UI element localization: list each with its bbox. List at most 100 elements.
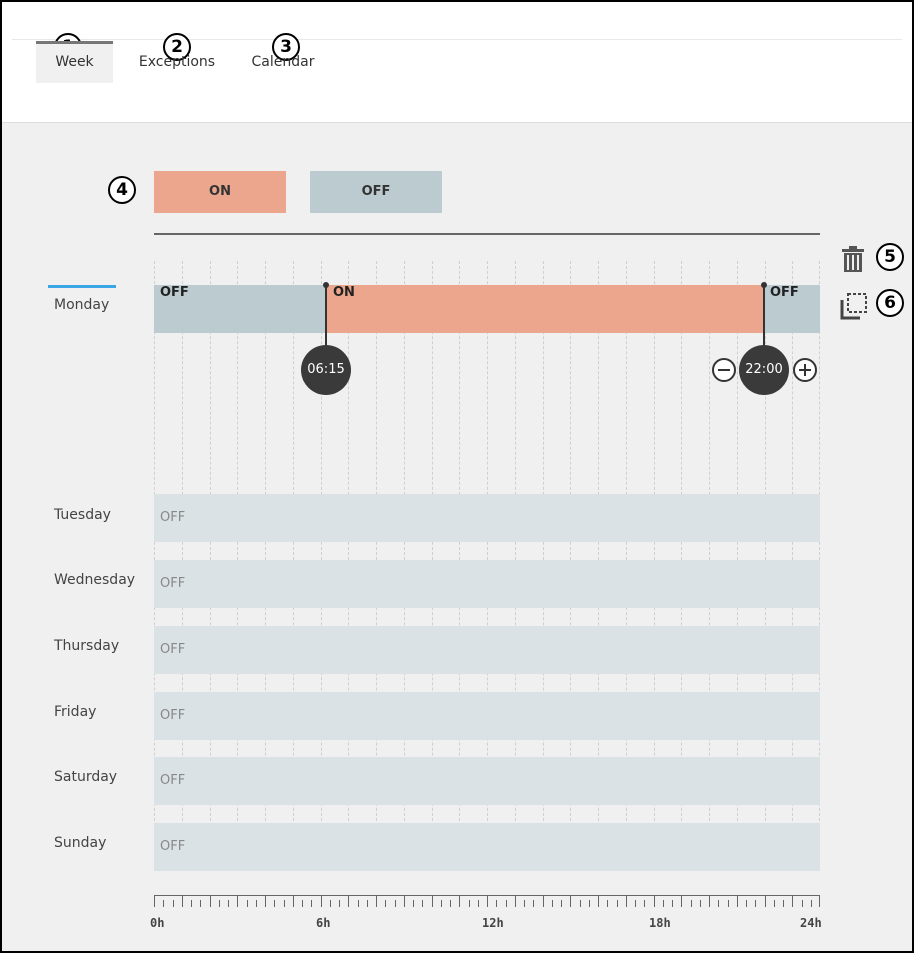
time-handle-start[interactable]: 06:15	[301, 345, 351, 395]
axis-tick	[348, 895, 349, 907]
axis-tick	[709, 895, 710, 907]
axis-tick	[774, 900, 775, 907]
saturday-schedule-row[interactable]: OFF	[154, 757, 820, 805]
segment-on-day[interactable]: ON	[327, 285, 764, 333]
day-label-monday[interactable]: Monday	[54, 297, 109, 313]
copy-button[interactable]	[840, 292, 868, 324]
axis-tick	[441, 900, 442, 907]
axis-tick	[654, 895, 655, 907]
axis-tick	[237, 895, 238, 907]
row-state-label: OFF	[160, 708, 186, 723]
day-label-thursday[interactable]: Thursday	[54, 638, 119, 654]
sunday-schedule-row[interactable]: OFF	[154, 823, 820, 871]
tab-exceptions[interactable]: Exceptions	[128, 44, 226, 83]
tab-calendar[interactable]: Calendar	[242, 44, 324, 83]
plus-icon-v	[804, 364, 806, 376]
row-state-label: OFF	[160, 510, 186, 525]
axis-tick	[200, 900, 201, 907]
segment-label: OFF	[160, 285, 189, 300]
axis-tick	[432, 895, 433, 907]
week-schedule-content: 4 ON OFF 5 6 Monday Tuesday Wednesday Th…	[2, 123, 912, 951]
axis-tick	[302, 900, 303, 907]
tab-exceptions-label: Exceptions	[138, 54, 216, 70]
axis-tick	[182, 895, 183, 907]
segment-off-evening[interactable]: OFF	[764, 285, 820, 333]
axis-tick	[802, 900, 803, 907]
off-state-button[interactable]: OFF	[310, 171, 442, 213]
axis-tick	[746, 900, 747, 907]
top-divider	[12, 39, 902, 40]
thursday-schedule-row[interactable]: OFF	[154, 626, 820, 674]
axis-tick	[524, 900, 525, 907]
axis-tick	[330, 900, 331, 907]
axis-tick	[737, 895, 738, 907]
friday-schedule-row[interactable]: OFF	[154, 692, 820, 740]
axis-tick	[543, 895, 544, 907]
axis-tick	[293, 895, 294, 907]
axis-tick	[404, 895, 405, 907]
axis-tick	[321, 895, 322, 907]
axis-tick	[219, 900, 220, 907]
axis-tick	[626, 895, 627, 907]
axis-tick	[385, 900, 386, 907]
day-label-wednesday[interactable]: Wednesday	[54, 572, 135, 588]
axis-tick	[819, 895, 820, 907]
trash-icon	[842, 246, 864, 272]
axis-tick	[515, 895, 516, 907]
row-state-label: OFF	[160, 839, 186, 854]
axis-tick	[487, 895, 488, 907]
tab-calendar-label: Calendar	[251, 54, 315, 70]
axis-tick	[247, 900, 248, 907]
callout-delete: 5	[876, 243, 904, 271]
axis-tick	[173, 900, 174, 907]
axis-tick	[506, 900, 507, 907]
axis-tick	[154, 895, 155, 907]
handle-line	[325, 285, 327, 347]
monday-schedule-row[interactable]: OFF ON OFF	[154, 285, 820, 333]
segment-label: ON	[333, 285, 355, 300]
delete-button[interactable]	[842, 246, 864, 276]
tuesday-schedule-row[interactable]: OFF	[154, 494, 820, 542]
axis-tick	[274, 900, 275, 907]
on-state-button[interactable]: ON	[154, 171, 286, 213]
tab-week[interactable]: Week	[36, 41, 113, 83]
day-label-friday[interactable]: Friday	[54, 704, 96, 720]
row-state-label: OFF	[160, 773, 186, 788]
axis-tick	[765, 895, 766, 907]
axis-tick	[358, 900, 359, 907]
axis-tick	[718, 900, 719, 907]
axis-tick	[663, 900, 664, 907]
row-state-label: OFF	[160, 576, 186, 591]
axis-tick	[163, 900, 164, 907]
axis-label-6h: 6h	[316, 916, 331, 930]
selected-day-indicator	[48, 285, 116, 288]
segment-off-morning[interactable]: OFF	[154, 285, 327, 333]
axis-tick	[311, 900, 312, 907]
axis-tick	[700, 900, 701, 907]
time-handle-end[interactable]: 22:00	[739, 345, 789, 395]
legend-divider	[154, 233, 820, 235]
day-label-sunday[interactable]: Sunday	[54, 835, 106, 851]
axis-tick	[367, 900, 368, 907]
axis-tick	[672, 900, 673, 907]
axis-tick	[552, 900, 553, 907]
axis-tick	[681, 895, 682, 907]
increment-time-button[interactable]	[793, 358, 817, 382]
axis-tick	[450, 900, 451, 907]
decrement-time-button[interactable]	[712, 358, 736, 382]
axis-tick	[422, 900, 423, 907]
callout-copy: 6	[876, 289, 904, 317]
axis-tick	[580, 900, 581, 907]
axis-tick	[792, 895, 793, 907]
axis-tick	[256, 900, 257, 907]
axis-tick	[635, 900, 636, 907]
axis-tick	[478, 900, 479, 907]
day-label-saturday[interactable]: Saturday	[54, 769, 117, 785]
axis-tick	[561, 900, 562, 907]
axis-tick	[691, 900, 692, 907]
day-label-tuesday[interactable]: Tuesday	[54, 507, 111, 523]
axis-tick	[459, 895, 460, 907]
time-axis	[154, 895, 820, 907]
wednesday-schedule-row[interactable]: OFF	[154, 560, 820, 608]
axis-tick	[284, 900, 285, 907]
